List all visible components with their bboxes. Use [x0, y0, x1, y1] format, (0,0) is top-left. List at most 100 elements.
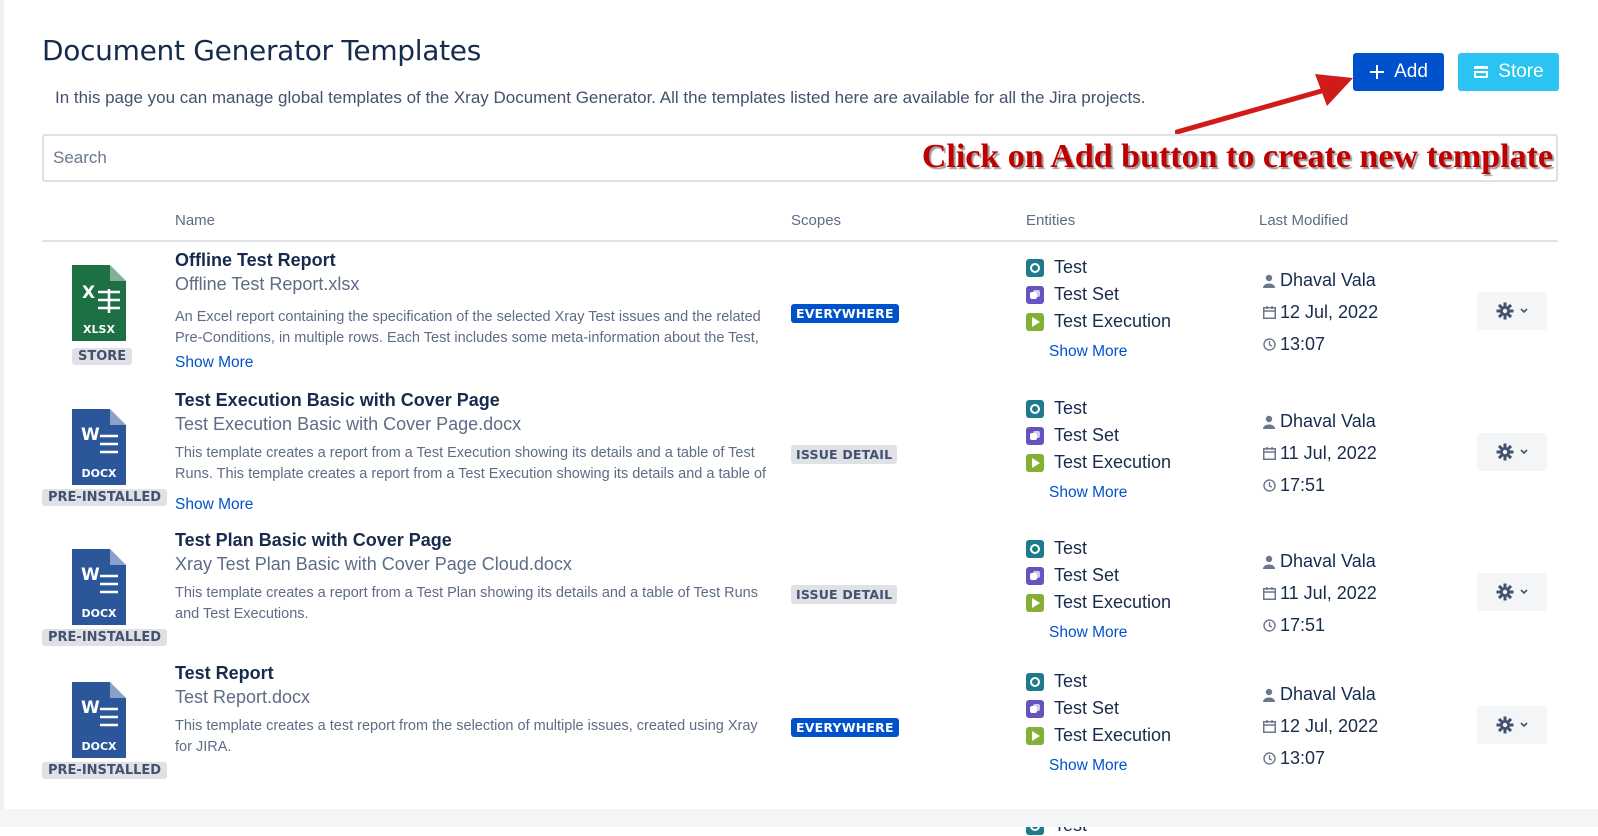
test-execution-entity-icon	[1026, 312, 1044, 331]
author: Dhaval Vala	[1262, 551, 1376, 572]
entity-item: Test	[1026, 538, 1087, 559]
template-description: This template creates a test report from…	[175, 718, 758, 755]
user-icon	[1262, 415, 1276, 429]
author: Dhaval Vala	[1262, 270, 1376, 291]
entities-show-more-link[interactable]: Show More	[1049, 484, 1127, 502]
template-actions-button[interactable]	[1477, 433, 1547, 471]
annotation-arrow-icon	[1175, 74, 1353, 135]
test-entity-icon	[1026, 399, 1044, 418]
entity-item: Test	[1026, 398, 1087, 419]
scope-badge: EVERYWHERE	[791, 304, 899, 323]
modified-time: 13:07	[1262, 748, 1325, 769]
template-actions-button[interactable]	[1477, 573, 1547, 611]
clock-icon	[1262, 338, 1276, 351]
user-icon	[1262, 274, 1276, 288]
entity-item: Test Execution	[1026, 311, 1171, 332]
template-description: This template creates a report from a Te…	[175, 585, 758, 622]
store-button-label: Store	[1498, 61, 1544, 82]
entities-show-more-link[interactable]: Show More	[1049, 343, 1127, 361]
calendar-icon	[1262, 306, 1276, 319]
entity-item: Test Execution	[1026, 452, 1171, 473]
entity-item: Test Execution	[1026, 592, 1171, 613]
template-name[interactable]: Offline Test Report	[175, 250, 336, 271]
modified-date: 11 Jul, 2022	[1262, 583, 1377, 604]
entity-item: Test Set	[1026, 698, 1119, 719]
calendar-icon	[1262, 447, 1276, 460]
bottom-scroll-edge	[0, 809, 1598, 827]
column-header-name: Name	[175, 212, 216, 229]
test-entity-icon	[1026, 258, 1044, 277]
entity-item: Test Execution	[1026, 725, 1171, 746]
modified-time: 17:51	[1262, 615, 1325, 636]
entity-item: Test	[1026, 671, 1087, 692]
template-file-name: Xray Test Plan Basic with Cover Page Clo…	[175, 554, 572, 574]
gear-icon	[1496, 716, 1514, 734]
test-execution-entity-icon	[1026, 593, 1044, 612]
clock-icon	[1262, 479, 1276, 492]
test-entity-icon	[1026, 539, 1044, 558]
template-description: An Excel report containing the specifica…	[175, 309, 761, 346]
entity-item: Test Set	[1026, 284, 1119, 305]
show-more-link[interactable]: Show More	[175, 354, 253, 372]
plus-icon	[1369, 64, 1385, 80]
page-title: Document Generator Templates	[42, 34, 481, 67]
calendar-icon	[1262, 587, 1276, 600]
template-name[interactable]: Test Plan Basic with Cover Page	[175, 530, 452, 551]
page-description: In this page you can manage global templ…	[55, 88, 1146, 107]
store-icon	[1473, 64, 1489, 80]
show-more-link[interactable]: Show More	[175, 496, 253, 514]
chevron-down-icon	[1520, 589, 1528, 595]
test-set-entity-icon	[1026, 426, 1044, 445]
user-icon	[1262, 688, 1276, 702]
template-file-name: Test Execution Basic with Cover Page.doc…	[175, 414, 522, 434]
left-edge	[0, 0, 4, 827]
entity-item: Test Set	[1026, 425, 1119, 446]
modified-date: 12 Jul, 2022	[1262, 302, 1378, 323]
modified-time: 17:51	[1262, 475, 1325, 496]
gear-icon	[1496, 583, 1514, 601]
source-tag: PRE-INSTALLED	[42, 762, 168, 779]
chevron-down-icon	[1520, 722, 1528, 728]
template-actions-button[interactable]	[1477, 292, 1547, 330]
store-button[interactable]: Store	[1458, 53, 1559, 91]
docx-file-icon: W DOCX	[72, 549, 126, 625]
column-header-scopes: Scopes	[791, 212, 842, 229]
file-type-label: DOCX	[81, 467, 117, 480]
template-actions-button[interactable]	[1477, 706, 1547, 744]
modified-date: 11 Jul, 2022	[1262, 443, 1377, 464]
author: Dhaval Vala	[1262, 411, 1376, 432]
column-header-last-modified: Last Modified	[1259, 212, 1349, 229]
test-set-entity-icon	[1026, 699, 1044, 718]
add-button[interactable]: Add	[1353, 53, 1444, 91]
file-type-label: DOCX	[81, 740, 117, 753]
test-entity-icon	[1026, 672, 1044, 691]
user-icon	[1262, 555, 1276, 569]
modified-time: 13:07	[1262, 334, 1325, 355]
template-name[interactable]: Test Report	[175, 663, 274, 684]
template-name[interactable]: Test Execution Basic with Cover Page	[175, 390, 500, 411]
entities-show-more-link[interactable]: Show More	[1049, 624, 1127, 642]
template-description: This template creates a report from a Te…	[175, 445, 767, 482]
chevron-down-icon	[1520, 449, 1528, 455]
add-button-label: Add	[1394, 61, 1428, 82]
docx-file-icon: W DOCX	[72, 682, 126, 758]
test-set-entity-icon	[1026, 566, 1044, 585]
scope-badge: EVERYWHERE	[791, 718, 899, 737]
template-file-name: Offline Test Report.xlsx	[175, 274, 360, 294]
source-tag: PRE-INSTALLED	[42, 629, 168, 646]
calendar-icon	[1262, 720, 1276, 733]
modified-date: 12 Jul, 2022	[1262, 716, 1378, 737]
scope-badge: ISSUE DETAIL	[791, 445, 898, 464]
scope-badge: ISSUE DETAIL	[791, 585, 898, 604]
template-file-name: Test Report.docx	[175, 687, 311, 707]
test-execution-entity-icon	[1026, 453, 1044, 472]
source-tag: STORE	[72, 348, 133, 365]
source-tag: PRE-INSTALLED	[42, 489, 168, 506]
annotation-callout: Click on Add button to create new templa…	[921, 138, 1553, 175]
file-type-label: DOCX	[81, 607, 117, 620]
entities-show-more-link[interactable]: Show More	[1049, 757, 1127, 775]
author: Dhaval Vala	[1262, 684, 1376, 705]
table-header-divider	[42, 240, 1558, 242]
entity-item: Test	[1026, 257, 1087, 278]
clock-icon	[1262, 752, 1276, 765]
